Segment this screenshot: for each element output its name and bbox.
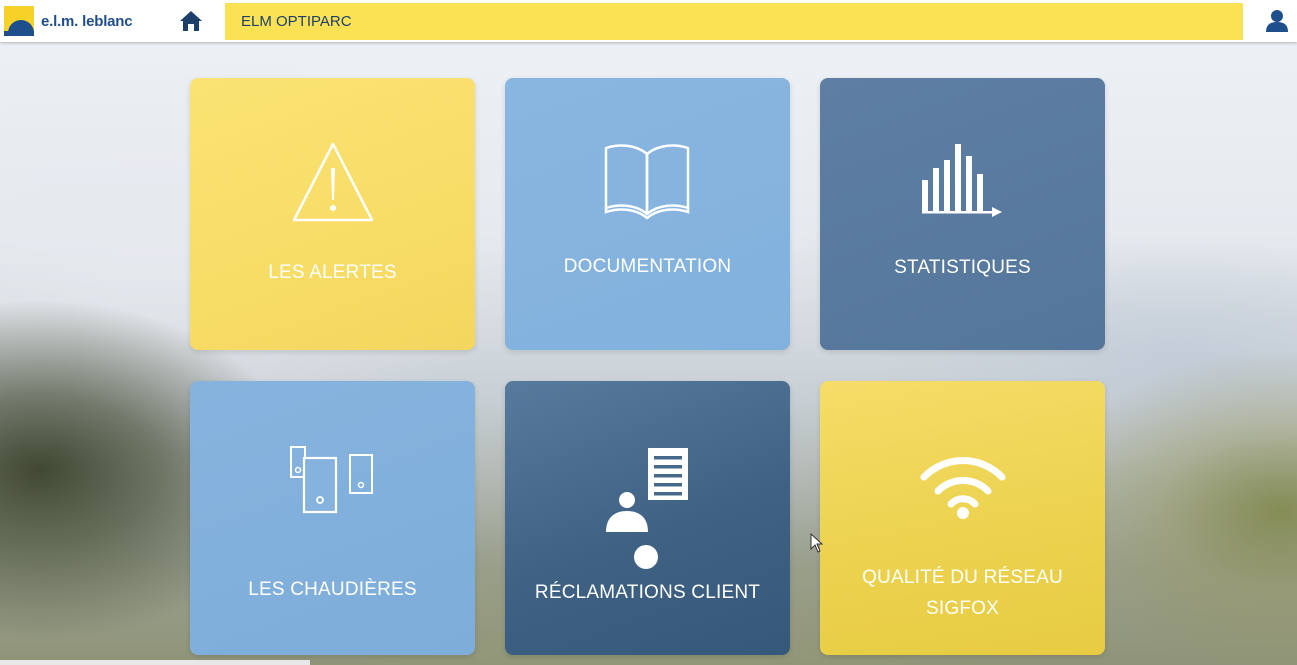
user-account-button[interactable] [1263,7,1291,35]
user-icon [1266,10,1288,32]
bottom-scrollbar[interactable] [0,660,310,665]
tile-les-chaudieres[interactable]: LES CHAUDIÈRES [190,381,475,655]
tile-label: LES ALERTES [268,262,397,283]
wifi-icon [920,457,1006,519]
tile-reclamations-client[interactable]: RÉCLAMATIONS CLIENT [505,381,790,655]
boilers-icon [290,446,373,514]
tile-label: DOCUMENTATION [563,256,732,277]
top-navigation-bar: e.l.m. leblanc ELM OPTIPARC [0,0,1297,42]
client-document-icon [606,448,688,569]
tile-label: SIGFOX [926,598,999,619]
brand-name: e.l.m. leblanc [41,12,133,30]
brand-logo[interactable]: e.l.m. leblanc [4,6,133,36]
tile-les-alertes[interactable]: LES ALERTES [190,78,475,350]
mouse-cursor-icon [810,533,824,553]
tile-documentation[interactable]: DOCUMENTATION [505,78,790,350]
tile-label: QUALITÉ DU RÉSEAU [862,567,1063,588]
bar-chart-icon [922,144,1002,217]
tile-qualite-reseau-sigfox[interactable]: QUALITÉ DU RÉSEAU SIGFOX [820,381,1105,655]
warning-triangle-icon [292,142,374,222]
app-title-bar: ELM OPTIPARC [225,3,1243,40]
brand-logo-mark [4,6,34,36]
tile-statistiques[interactable]: STATISTIQUES [820,78,1105,350]
home-button[interactable] [178,8,204,34]
app-title: ELM OPTIPARC [241,13,352,30]
open-book-icon [604,144,690,220]
tile-label: LES CHAUDIÈRES [248,579,417,600]
tile-label: RÉCLAMATIONS CLIENT [534,582,761,603]
home-icon [180,11,202,31]
tile-label: STATISTIQUES [894,257,1031,278]
